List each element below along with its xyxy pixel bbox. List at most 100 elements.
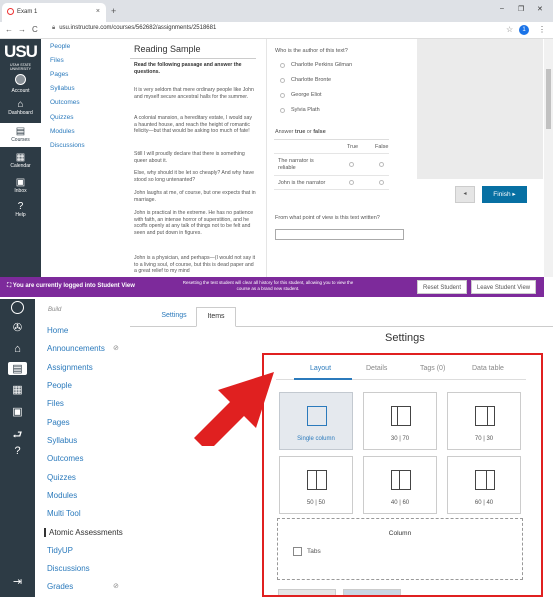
course-nav-discussions[interactable]: Discussions — [50, 142, 85, 149]
heading-divider — [130, 58, 256, 59]
lock-icon: 🔒︎ — [52, 25, 56, 31]
course-nav-announcements[interactable]: Announcements — [47, 344, 105, 353]
radio-true[interactable] — [349, 180, 354, 185]
course-nav-home[interactable]: Home — [47, 326, 68, 335]
table-header-row: True False — [274, 140, 389, 154]
global-navigation: ✇ ⌂ ▤ ▦ ▣ ⮐ ? ⇥ — [0, 299, 35, 597]
reset-student-button[interactable]: Reset Student — [417, 280, 467, 294]
course-nav-multi-tool[interactable]: Multi Tool — [47, 509, 81, 518]
highlight-box — [262, 353, 543, 597]
tf-false-word: false — [313, 129, 326, 135]
course-nav-people[interactable]: People — [47, 381, 72, 390]
global-nav-inbox[interactable]: ▣ Inbox — [0, 175, 41, 197]
finish-button[interactable]: Finish ▸ — [482, 186, 527, 203]
global-nav-label: Calendar — [10, 163, 31, 169]
inbox-icon: ▣ — [15, 177, 26, 188]
radio-false[interactable] — [379, 180, 384, 185]
radio-option[interactable] — [280, 108, 285, 113]
commons-icon[interactable]: ⮐ — [8, 426, 27, 445]
leave-student-view-button[interactable]: Leave Student View — [471, 280, 536, 294]
course-nav-grades[interactable]: Grades — [47, 582, 73, 591]
course-nav-people[interactable]: People — [50, 43, 70, 50]
course-nav-syllabus[interactable]: Syllabus — [50, 85, 75, 92]
forward-icon[interactable]: → — [18, 25, 26, 34]
previous-button[interactable]: ◂ — [455, 186, 475, 203]
tab-settings[interactable]: Settings — [154, 307, 194, 327]
scrollbar[interactable] — [544, 39, 553, 277]
radio-option[interactable] — [280, 78, 285, 83]
account-icon[interactable] — [8, 301, 27, 317]
tf-prefix: Answer — [275, 129, 295, 135]
account-avatar-icon — [0, 74, 41, 88]
inbox-icon[interactable]: ▣ — [8, 405, 27, 418]
maximize-icon[interactable]: ❐ — [518, 5, 524, 13]
scrollbar-thumb[interactable] — [546, 69, 551, 129]
student-view-text: You are currently logged into Student Vi… — [12, 283, 135, 289]
passage-paragraph: A colonial mansion, a hereditary estate,… — [134, 115, 252, 135]
tab-close-icon[interactable]: × — [96, 8, 100, 15]
course-nav-atomic-assessments[interactable]: Atomic Assessments — [44, 528, 124, 537]
option-label[interactable]: Charlotte Perkins Gilman — [291, 62, 352, 68]
dashboard-icon: ⌂ — [17, 99, 24, 110]
back-icon[interactable]: ← — [5, 25, 13, 34]
tab-items[interactable]: Items — [196, 307, 236, 327]
address-bar[interactable]: 🔒︎ usu.instructure.com/courses/562682/ass… — [52, 25, 216, 32]
true-false-table: True False The narrator is reliable John… — [274, 139, 389, 190]
admin-icon[interactable]: ✇ — [8, 321, 27, 334]
global-nav-calendar[interactable]: ▦ Calendar — [0, 150, 41, 172]
table-row: The narrator is reliable — [274, 154, 389, 176]
course-nav-files[interactable]: Files — [50, 57, 64, 64]
new-tab-icon[interactable]: + — [111, 6, 116, 16]
profile-avatar[interactable]: 1 — [519, 25, 529, 35]
minimize-icon[interactable]: – — [500, 5, 504, 12]
row-statement: The narrator is reliable — [278, 158, 314, 171]
course-nav-modules[interactable]: Modules — [50, 128, 75, 135]
radio-option[interactable] — [280, 93, 285, 98]
reload-icon[interactable]: C — [32, 25, 38, 34]
hidden-eye-icon: ⊘ — [113, 345, 119, 352]
course-nav-files[interactable]: Files — [47, 399, 64, 408]
course-nav-quizzes[interactable]: Quizzes — [50, 114, 73, 121]
usu-logo-subtitle: UTAH STATE UNIVERSITY — [9, 63, 31, 71]
course-nav-pages[interactable]: Pages — [50, 71, 68, 78]
usu-logo[interactable]: USU — [4, 42, 38, 64]
dashboard-icon[interactable]: ⌂ — [8, 343, 27, 355]
course-nav-discussions[interactable]: Discussions — [47, 564, 90, 573]
option-label[interactable]: George Eliot — [291, 92, 322, 98]
question-true-false: Answer true or false — [275, 129, 326, 135]
courses-icon[interactable]: ▤ — [8, 362, 27, 375]
browser-menu-icon[interactable]: ⋮ — [538, 25, 546, 34]
browser-tab-bar: Exam 1 × + – ❐ ✕ — [0, 0, 553, 22]
option-label[interactable]: Sylvia Plath — [291, 107, 320, 113]
help-icon[interactable]: ? — [8, 445, 27, 457]
atomic-assessments-settings-screenshot: ✇ ⌂ ▤ ▦ ▣ ⮐ ? ⇥ Build Home Announcements… — [0, 299, 553, 597]
point-of-view-input[interactable] — [275, 229, 404, 240]
course-navigation: People Files Pages Syllabus Outcomes Qui… — [41, 39, 120, 277]
course-nav-outcomes[interactable]: Outcomes — [47, 454, 83, 463]
student-view-bar: ⛶ You are currently logged into Student … — [0, 277, 544, 297]
close-window-icon[interactable]: ✕ — [537, 5, 543, 13]
course-nav-syllabus[interactable]: Syllabus — [47, 436, 77, 445]
table-row: John is the narrator — [274, 176, 389, 190]
global-nav-label: Dashboard — [8, 110, 33, 116]
calendar-icon[interactable]: ▦ — [8, 383, 27, 396]
global-nav-account[interactable]: Account — [0, 72, 41, 94]
option-label[interactable]: Charlotte Bronte — [291, 77, 331, 83]
course-nav-modules[interactable]: Modules — [47, 491, 77, 500]
collapse-nav-icon[interactable]: ⇥ — [8, 575, 27, 588]
radio-true[interactable] — [349, 162, 354, 167]
global-navigation: USU UTAH STATE UNIVERSITY Account ⌂ Dash… — [0, 39, 41, 277]
global-nav-courses[interactable]: ▤ Courses — [0, 123, 41, 147]
course-nav-outcomes[interactable]: Outcomes — [50, 99, 80, 106]
course-nav-pages[interactable]: Pages — [47, 418, 70, 427]
course-nav-quizzes[interactable]: Quizzes — [47, 473, 76, 482]
browser-tab[interactable]: Exam 1 × — [2, 3, 106, 22]
global-nav-help[interactable]: ? Help — [0, 199, 41, 221]
radio-option[interactable] — [280, 63, 285, 68]
bookmark-star-icon[interactable]: ☆ — [506, 25, 513, 34]
course-nav-assignments[interactable]: Assignments — [47, 363, 93, 372]
global-nav-dashboard[interactable]: ⌂ Dashboard — [0, 97, 41, 119]
arrow-shape — [194, 372, 274, 446]
radio-false[interactable] — [379, 162, 384, 167]
course-nav-tidyup[interactable]: TidyUP — [47, 546, 73, 555]
